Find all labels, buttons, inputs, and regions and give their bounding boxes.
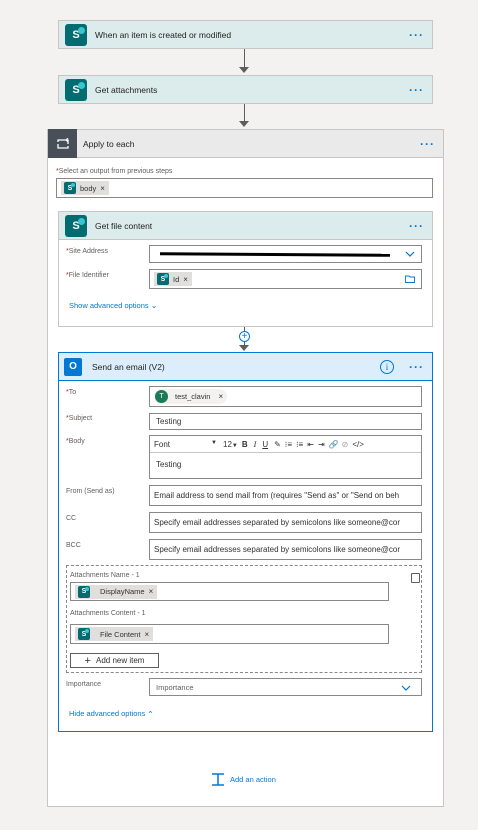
attachments-name-label: Attachments Name - 1 (70, 572, 140, 579)
card-title: Send an email (V2) (92, 361, 165, 372)
add-action-button[interactable]: Add an action (211, 773, 276, 786)
dynamic-token[interactable]: S body × (61, 181, 109, 195)
plus-icon: + (84, 654, 91, 667)
code-view-icon[interactable]: </> (352, 440, 364, 449)
highlight-icon[interactable]: ✎ (274, 440, 281, 449)
sharepoint-icon: S (65, 23, 87, 46)
bcc-field[interactable]: Specify email addresses separated by sem… (149, 539, 422, 560)
italic-icon[interactable]: I (254, 440, 257, 449)
remove-token-icon[interactable]: × (183, 275, 188, 284)
info-icon[interactable]: i (380, 360, 394, 374)
connector-arrow-icon (239, 121, 249, 127)
sharepoint-icon: S (65, 214, 87, 237)
file-identifier-label: *File Identifier (66, 272, 109, 279)
chevron-down-icon (401, 685, 411, 691)
to-label: *To (66, 389, 77, 396)
from-label: From (Send as) (66, 488, 115, 495)
more-options-icon[interactable]: ··· (409, 84, 424, 96)
attachments-content-label: Attachments Content - 1 (70, 610, 146, 617)
loop-icon (48, 129, 77, 158)
chevron-up-icon: ⌄ (147, 709, 155, 718)
get-attachments-card[interactable]: S Get attachments ··· (58, 75, 433, 104)
card-title: Apply to each (83, 138, 135, 149)
delete-item-icon[interactable] (411, 573, 420, 583)
increase-indent-icon[interactable]: ⇥ (318, 440, 325, 449)
connector-line (244, 49, 245, 69)
numbered-list-icon[interactable]: ⁝≡ (296, 440, 303, 449)
body-editor[interactable]: Font ▼ 12▼ B I U ✎ ⁝≡ ⁝≡ ⇤ ⇥ 🔗 ⊘ </> Test… (149, 435, 422, 479)
select-output-field[interactable]: S body × (56, 178, 433, 198)
card-title: Get file content (95, 220, 153, 231)
file-identifier-field[interactable]: S Id × (149, 269, 422, 289)
outlook-icon: O (64, 357, 82, 376)
more-options-icon[interactable]: ··· (420, 138, 435, 150)
dynamic-token[interactable]: S File Content × (75, 627, 154, 641)
dynamic-token[interactable]: S DisplayName × (75, 584, 158, 599)
attachments-content-field[interactable]: S File Content × (70, 624, 389, 644)
get-file-content-header[interactable]: S Get file content ··· (58, 211, 433, 240)
font-size-select[interactable]: 12▼ (223, 440, 238, 449)
site-address-field[interactable] (149, 245, 422, 263)
card-title: Get attachments (95, 84, 158, 95)
trigger-card[interactable]: S When an item is created or modified ··… (58, 20, 433, 49)
more-options-icon[interactable]: ··· (409, 361, 424, 373)
connector-arrow-icon (239, 345, 249, 351)
site-address-label: *Site Address (66, 248, 109, 255)
chevron-down-icon: ⌄ (150, 301, 158, 310)
apply-to-each-header[interactable]: Apply to each ··· (47, 129, 444, 158)
cc-label: CC (66, 515, 77, 522)
show-advanced-options-link[interactable]: Show advanced options ⌄ (69, 301, 157, 310)
font-select[interactable]: Font ▼ (154, 440, 217, 449)
remove-token-icon[interactable]: × (100, 184, 105, 193)
from-field[interactable]: Email address to send mail from (require… (149, 485, 422, 506)
recipient-token[interactable]: T test_clavin × (154, 389, 228, 404)
unlink-icon[interactable]: ⊘ (342, 440, 349, 449)
dynamic-token[interactable]: S Id × (154, 272, 192, 286)
select-output-label: *Select an output from previous steps (56, 168, 173, 175)
underline-icon[interactable]: U (262, 440, 268, 449)
remove-token-icon[interactable]: × (144, 630, 149, 639)
send-email-header[interactable]: O Send an email (V2) i ··· (58, 352, 433, 381)
add-action-icon (212, 773, 224, 786)
rich-text-toolbar: Font ▼ 12▼ B I U ✎ ⁝≡ ⁝≡ ⇤ ⇥ 🔗 ⊘ </> (150, 436, 421, 453)
more-options-icon[interactable]: ··· (409, 220, 424, 232)
subject-field[interactable]: Testing (149, 413, 422, 430)
insert-step-plus-icon[interactable]: + (239, 331, 250, 342)
sharepoint-icon: S (78, 628, 90, 640)
link-icon[interactable]: 🔗 (329, 440, 339, 449)
redacted-value (159, 252, 391, 257)
remove-token-icon[interactable]: × (218, 392, 223, 401)
avatar: T (155, 390, 168, 403)
connector-arrow-icon (239, 67, 249, 73)
attachments-name-field[interactable]: S DisplayName × (70, 582, 389, 601)
sharepoint-icon: S (64, 182, 76, 194)
add-new-item-button[interactable]: + Add new item (70, 653, 159, 668)
decrease-indent-icon[interactable]: ⇤ (307, 440, 314, 449)
chevron-down-icon[interactable] (405, 251, 415, 258)
body-label: *Body (66, 438, 85, 445)
card-title: When an item is created or modified (95, 29, 232, 40)
folder-icon[interactable] (405, 275, 415, 283)
sharepoint-icon: S (78, 585, 90, 598)
sharepoint-icon: S (65, 78, 87, 101)
bulleted-list-icon[interactable]: ⁝≡ (285, 440, 292, 449)
importance-select[interactable]: Importance (149, 678, 422, 696)
sharepoint-icon: S (157, 273, 169, 285)
bcc-label: BCC (66, 542, 81, 549)
bold-icon[interactable]: B (242, 440, 248, 449)
remove-token-icon[interactable]: × (149, 587, 154, 596)
body-text: Testing (156, 460, 182, 469)
to-field[interactable]: T test_clavin × (149, 386, 422, 407)
hide-advanced-options-link[interactable]: Hide advanced options ⌄ (69, 709, 154, 718)
more-options-icon[interactable]: ··· (409, 29, 424, 41)
cc-field[interactable]: Specify email addresses separated by sem… (149, 512, 422, 533)
importance-label: Importance (66, 681, 102, 688)
subject-label: *Subject (66, 415, 93, 422)
